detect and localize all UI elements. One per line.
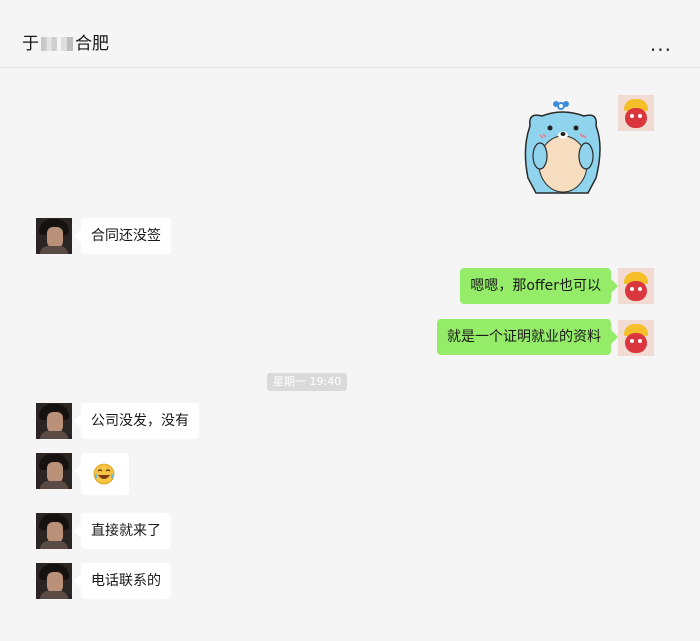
message-text: 电话联系的 [91, 573, 161, 589]
message-text: 合同还没签 [91, 228, 161, 244]
incoming-message[interactable]: 电话联系的 [81, 563, 171, 599]
title-suffix: 合肥 [75, 34, 109, 54]
contact-avatar[interactable] [36, 563, 72, 599]
contact-avatar[interactable] [36, 453, 72, 489]
contact-avatar[interactable] [36, 513, 72, 549]
redacted-name-block [61, 37, 73, 51]
chat-header: 于 合肥 ... [0, 0, 700, 68]
message-timestamp: 星期一 19:40 [267, 373, 348, 391]
crying-laughing-emoji-icon [93, 463, 115, 485]
message-text: 嗯嗯，那offer也可以 [470, 278, 601, 294]
outgoing-message[interactable]: 嗯嗯，那offer也可以 [460, 268, 611, 304]
incoming-message[interactable] [81, 453, 129, 495]
self-avatar[interactable] [618, 320, 654, 356]
contact-avatar[interactable] [36, 403, 72, 439]
title-prefix: 于 [22, 34, 39, 54]
bear-sticker [524, 101, 601, 194]
message-text: 直接就来了 [91, 523, 161, 539]
incoming-message[interactable]: 公司没发，没有 [81, 403, 199, 439]
incoming-message[interactable]: 合同还没签 [81, 218, 171, 254]
redacted-name-block [41, 37, 57, 51]
chat-title: 于 合肥 [22, 33, 109, 55]
message-text: 就是一个证明就业的资料 [447, 329, 601, 345]
contact-avatar[interactable] [36, 218, 72, 254]
self-avatar[interactable] [618, 268, 654, 304]
outgoing-message[interactable]: 就是一个证明就业的资料 [437, 319, 611, 355]
incoming-message[interactable]: 直接就来了 [81, 513, 171, 549]
message-text: 公司没发，没有 [91, 413, 189, 429]
self-avatar[interactable] [618, 95, 654, 131]
more-options-icon[interactable]: ... [650, 34, 672, 54]
